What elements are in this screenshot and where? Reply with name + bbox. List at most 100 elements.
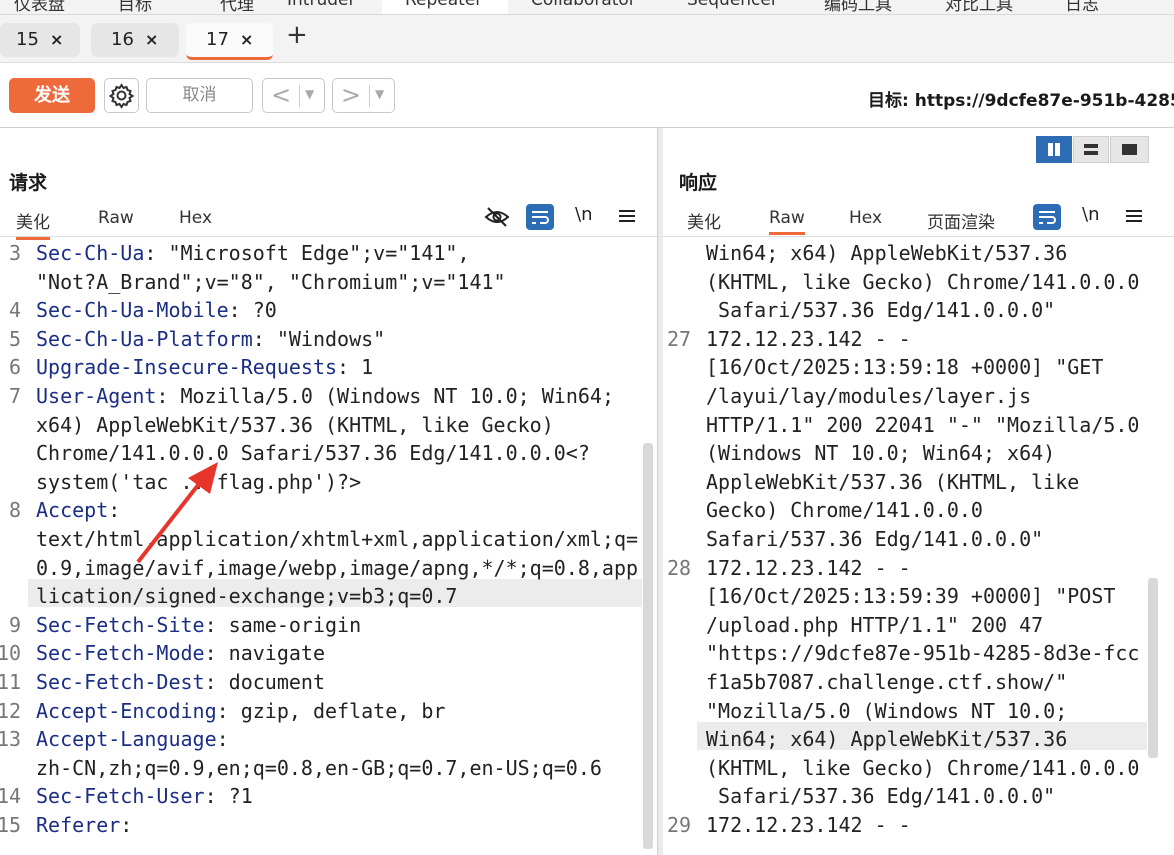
header-value: Chrome/141.0.0.0 Safari/537.36 Edg/141.0…: [36, 441, 590, 466]
scrollbar[interactable]: [1148, 578, 1158, 758]
top-nav-tab[interactable]: 编码工具: [824, 0, 892, 14]
header-value: "Windows": [276, 326, 386, 351]
menu-icon[interactable]: [618, 208, 636, 224]
close-icon[interactable]: ×: [145, 30, 158, 49]
header-separator: :: [108, 498, 121, 523]
top-nav-tab[interactable]: 目标: [118, 0, 152, 14]
code-line: Sec-Fetch-Mode: navigate: [36, 641, 325, 665]
send-button[interactable]: 发送: [9, 78, 95, 113]
code-line: Chrome/141.0.0.0 Safari/537.36 Edg/141.0…: [36, 441, 590, 465]
scrollbar[interactable]: [643, 443, 653, 849]
top-nav-tab[interactable]: Intruder: [287, 0, 355, 10]
chevron-right-icon: >: [341, 81, 362, 109]
tab-hex[interactable]: Hex: [179, 208, 212, 228]
line-number: 6: [8, 355, 21, 380]
top-nav-tab[interactable]: 仪表盘: [14, 0, 65, 14]
request-tab-label: 15: [16, 29, 39, 50]
settings-gear-icon: [108, 83, 135, 109]
request-tab-15[interactable]: 15 ×: [0, 23, 80, 57]
tab-render[interactable]: 页面渲染: [927, 208, 995, 233]
tab-hex[interactable]: Hex: [849, 208, 882, 228]
response-text: "Mozilla/5.0 (Windows NT 10.0;: [706, 698, 1068, 723]
request-tab-label: 16: [111, 29, 134, 50]
header-separator: :: [204, 784, 229, 809]
top-nav-tab[interactable]: Repeater: [405, 0, 482, 10]
response-text: Safari/537.36 Edg/141.0.0.0": [706, 298, 1056, 323]
response-text: /upload.php HTTP/1.1" 200 47: [706, 612, 1044, 637]
wrap-lines-button[interactable]: [526, 204, 554, 230]
header-value: same-origin: [228, 612, 362, 637]
top-nav-tab[interactable]: 日志: [1065, 0, 1099, 14]
request-editor[interactable]: 3 Sec-Ch-Ua: "Microsoft Edge";v="141", "No…: [0, 238, 657, 855]
response-text: 172.12.23.142 - -: [706, 555, 911, 580]
code-line: Accept-Encoding: gzip, deflate, br: [36, 699, 445, 723]
request-pane: 请求 美化 Raw Hex \n 3 Sec-Ch-Ua: "Microsoft …: [0, 128, 657, 855]
forward-button[interactable]: > ▼: [332, 78, 395, 113]
response-text: "https://9dcfe87e-951b-4285-8d3e-fcc: [706, 641, 1140, 666]
header-value: document: [228, 670, 325, 694]
single-view-button[interactable]: [1110, 136, 1149, 163]
response-text: (KHTML, like Gecko) Chrome/141.0.0.0: [706, 269, 1140, 294]
top-nav-tab[interactable]: Collaborator: [531, 0, 636, 10]
code-line: Safari/537.36 Edg/141.0.0.0": [706, 298, 1055, 322]
header-name: Accept-Encoding: [36, 698, 217, 723]
top-nav-tab[interactable]: 代理: [220, 0, 254, 14]
target-url[interactable]: 目标: https://9dcfe87e-951b-4285-: [868, 86, 1174, 111]
line-number: 12: [0, 698, 22, 723]
code-line: 172.12.23.142 - -: [706, 813, 911, 837]
code-line: User-Agent: Mozilla/5.0 (Windows NT 10.0…: [36, 384, 614, 408]
code-line: Upgrade-Insecure-Requests: 1: [36, 355, 373, 379]
header-value: "Microsoft Edge";v="141",: [168, 241, 470, 265]
header-separator: :: [204, 641, 229, 666]
response-text: 172.12.23.142 - -: [706, 326, 911, 351]
line-number: 5: [8, 326, 21, 351]
pane-title: 响应: [679, 172, 718, 194]
chevron-down-icon[interactable]: ▼: [375, 87, 384, 101]
top-nav-tab[interactable]: 对比工具: [945, 0, 1013, 14]
top-nav-bar: 仪表盘 目标 代理 Intruder Repeater Collaborator…: [0, 0, 1174, 15]
chevron-down-icon[interactable]: ▼: [305, 87, 314, 101]
header-value: 0.9,image/avif,image/webp,image/apng,*/*…: [36, 555, 639, 580]
code-line: Sec-Ch-Ua: "Microsoft Edge";v="141",: [36, 241, 470, 265]
tab-raw[interactable]: Raw: [769, 208, 805, 235]
code-line: Accept-Language:: [36, 727, 229, 751]
response-editor[interactable]: Win64; x64) AppleWebKit/537.36 (KHTML, li…: [663, 238, 1174, 855]
response-text: (Windows NT 10.0; Win64; x64): [706, 441, 1056, 466]
code-line: Sec-Ch-Ua-Platform: "Windows": [36, 327, 385, 351]
header-separator: :: [156, 384, 181, 408]
header-separator: :: [120, 813, 133, 837]
menu-icon[interactable]: [1125, 208, 1143, 224]
wrap-lines-button[interactable]: [1033, 204, 1061, 230]
tab-pretty[interactable]: 美化: [687, 208, 721, 233]
stacked-view-button[interactable]: [1073, 136, 1109, 163]
response-text: Win64; x64) AppleWebKit/537.36: [706, 241, 1068, 265]
code-line: zh-CN,zh;q=0.9,en;q=0.8,en-GB;q=0.7,en-U…: [36, 756, 602, 780]
header-name: Referer: [36, 813, 121, 837]
response-text: [16/Oct/2025:13:59:18 +0000] "GET: [706, 355, 1104, 380]
add-tab-button[interactable]: +: [286, 20, 308, 50]
close-icon[interactable]: ×: [50, 30, 63, 49]
hide-eye-icon[interactable]: [484, 205, 510, 229]
code-line: Gecko) Chrome/141.0.0.0: [706, 498, 983, 522]
settings-button[interactable]: [104, 78, 139, 113]
cancel-button[interactable]: 取消: [146, 78, 253, 113]
header-value: "Not?A_Brand";v="8", "Chromium";v="141": [36, 269, 506, 294]
show-newlines-button[interactable]: \n: [1082, 204, 1099, 225]
code-line: Referer:: [36, 813, 132, 837]
response-text: Safari/537.36 Edg/141.0.0.0": [706, 527, 1044, 551]
header-separator: :: [252, 326, 277, 351]
code-line: Sec-Fetch-Dest: document: [36, 670, 325, 694]
show-newlines-button[interactable]: \n: [575, 204, 592, 225]
code-line: Safari/537.36 Edg/141.0.0.0": [706, 527, 1043, 551]
wrap-lines-icon: [532, 211, 549, 224]
divider: [369, 85, 370, 107]
request-tab-17[interactable]: 17 ×: [186, 23, 273, 60]
back-button[interactable]: < ▼: [262, 78, 325, 113]
tab-raw[interactable]: Raw: [98, 208, 134, 228]
split-view-button[interactable]: [1036, 136, 1072, 163]
close-icon[interactable]: ×: [240, 30, 253, 49]
request-tab-16[interactable]: 16 ×: [91, 23, 179, 57]
header-separator: :: [144, 241, 169, 265]
top-nav-tab[interactable]: Sequencer: [687, 0, 778, 10]
line-number: 13: [0, 727, 22, 752]
